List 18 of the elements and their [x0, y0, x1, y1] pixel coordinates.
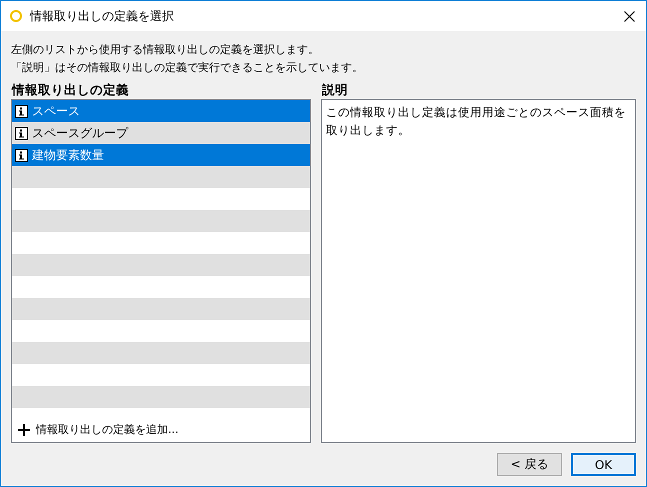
info-icon [15, 126, 28, 140]
app-icon [10, 10, 22, 22]
back-button[interactable]: < 戻る [497, 453, 562, 476]
list-item[interactable]: 建物要素数量 [12, 144, 310, 166]
plus-icon [18, 424, 30, 436]
info-icon [15, 148, 28, 162]
ok-button[interactable]: OK [571, 453, 636, 476]
window-title: 情報取り出しの定義を選択 [30, 8, 175, 24]
info-icon [15, 104, 28, 118]
add-definition-link[interactable]: 情報取り出しの定義を追加... [12, 422, 310, 442]
instruction-text: 「説明」はその情報取り出しの定義で実行できることを示しています。 [11, 60, 364, 76]
description-text: この情報取り出し定義は使用用途ごとのスペース面積を取り出します。 [326, 104, 627, 139]
list-item[interactable]: スペースグループ [12, 122, 310, 144]
instruction-text: 左側のリストから使用する情報取り出しの定義を選択します。 [11, 42, 320, 58]
close-icon[interactable] [624, 10, 635, 22]
list-heading: 情報取り出しの定義 [11, 81, 130, 99]
description-heading: 説明 [321, 81, 349, 99]
list-item[interactable]: スペース [12, 100, 310, 122]
